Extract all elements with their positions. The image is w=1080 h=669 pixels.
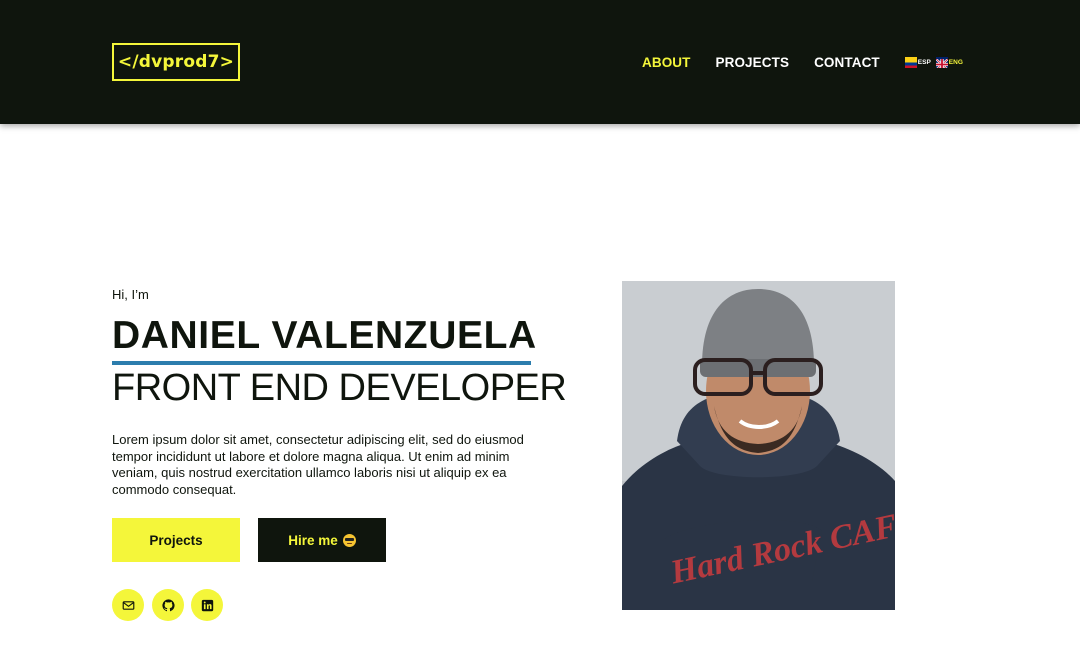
- nav-link-projects[interactable]: PROJECTS: [716, 55, 790, 70]
- projects-button[interactable]: Projects: [112, 518, 240, 562]
- linkedin-link[interactable]: [191, 589, 223, 621]
- uk-flag-icon: [935, 56, 948, 68]
- top-navbar: </dvprod7> ABOUT PROJECTS CONTACT ESP EN…: [0, 0, 1080, 124]
- mail-icon: [122, 600, 134, 610]
- projects-button-label: Projects: [149, 532, 203, 548]
- github-icon: [161, 598, 175, 611]
- nav-link-contact[interactable]: CONTACT: [814, 55, 880, 70]
- hire-me-button-label: Hire me: [288, 532, 338, 548]
- hero-name: DANIEL VALENZUELA: [112, 314, 537, 357]
- site-logo[interactable]: </dvprod7>: [112, 43, 240, 81]
- language-label-eng: ENG: [948, 58, 963, 66]
- nav-link-about[interactable]: ABOUT: [642, 55, 691, 70]
- language-label-esp: ESP: [917, 58, 931, 66]
- language-option-esp[interactable]: ESP: [904, 56, 931, 68]
- language-option-eng[interactable]: ENG: [935, 56, 963, 68]
- colombia-flag-icon: [904, 56, 917, 68]
- sunglasses-emoji-icon: [342, 533, 356, 547]
- greeting-text: Hi, I’m: [112, 287, 149, 302]
- profile-photo-illustration: Hard Rock CAFE: [622, 281, 895, 610]
- name-underline-divider: [112, 361, 531, 365]
- profile-photo: Hard Rock CAFE: [622, 281, 895, 610]
- hire-me-button[interactable]: Hire me: [258, 518, 386, 562]
- nav-menu: ABOUT PROJECTS CONTACT ESP ENG: [642, 52, 968, 72]
- hero-bio: Lorem ipsum dolor sit amet, consectetur …: [112, 432, 524, 497]
- github-link[interactable]: [152, 589, 184, 621]
- hero-role: FRONT END DEVELOPER: [112, 367, 567, 409]
- linkedin-icon: [201, 599, 213, 611]
- email-link[interactable]: [112, 589, 144, 621]
